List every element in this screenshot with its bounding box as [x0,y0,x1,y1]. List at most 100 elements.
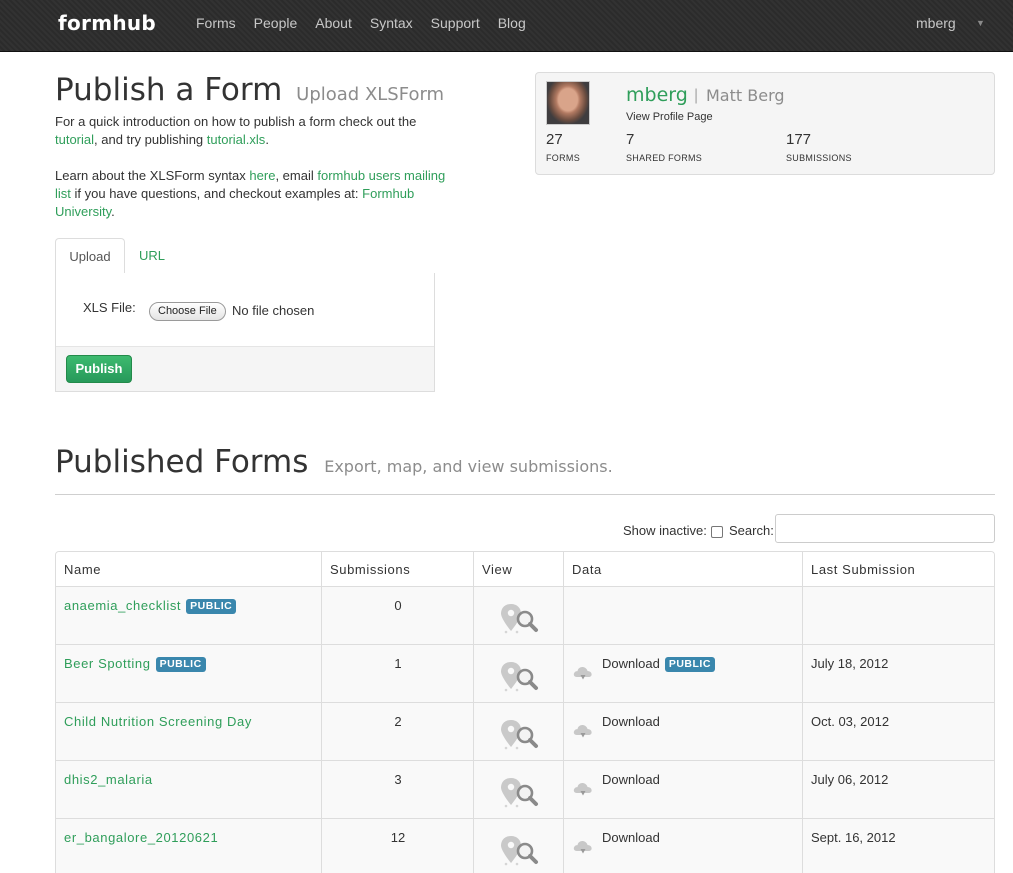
form-actions: Publish [56,346,434,391]
forms-table: Name Submissions View Data Last Submissi… [55,551,995,873]
intro-text-part: For a quick introduction on how to publi… [55,114,417,129]
nav-about[interactable]: About [315,15,352,31]
cloud-download-icon[interactable] [572,661,594,683]
download-link[interactable]: Download [602,830,660,845]
public-badge: PUBLIC [186,599,237,614]
cloud-download-icon[interactable] [572,777,594,799]
download-link[interactable]: Download [602,772,660,787]
col-last-submission[interactable]: Last Submission [811,562,915,577]
top-navbar: formhub Forms People About Syntax Suppor… [0,0,1013,52]
form-name-link[interactable]: er_bangalore_20120621 [64,830,218,845]
publish-subtitle: Upload XLSForm [296,84,445,105]
submission-count: 3 [394,772,402,787]
submission-count: 12 [390,830,406,845]
profile-username[interactable]: mberg [626,84,688,106]
view-profile-link[interactable]: View Profile Page [626,111,713,123]
cloud-download-icon[interactable] [572,835,594,857]
column-divider [563,552,564,873]
xls-file-label: XLS File: [83,300,136,315]
table-row: Child Nutrition Screening Day 2 Download… [56,703,994,761]
column-divider [473,552,474,873]
table-row: er_bangalore_20120621 12 Download Sept. … [56,819,994,873]
publish-button[interactable]: Publish [66,355,132,383]
nav-syntax[interactable]: Syntax [370,15,413,31]
form-name: er_bangalore_20120621 [64,830,218,845]
col-submissions[interactable]: Submissions [330,562,410,577]
tab-upload[interactable]: Upload [55,238,125,274]
download-cell: Download [602,772,660,787]
form-name-link[interactable]: Beer Spotting [64,656,151,671]
caret-down-icon[interactable]: ▼ [976,18,985,28]
form-name-link[interactable]: Child Nutrition Screening Day [64,714,252,729]
avatar[interactable] [546,81,590,125]
intro-text-part: , and try publishing [94,132,204,147]
download-cell: Download PUBLIC [602,656,715,672]
download-link[interactable]: Download [602,714,660,729]
download-link[interactable]: Download [602,656,660,671]
cloud-download-icon[interactable] [572,719,594,741]
published-subtitle: Export, map, and view submissions. [324,457,613,476]
show-inactive-label: Show inactive: [623,523,707,538]
stat-forms-value: 27 [546,131,563,148]
upload-panel: XLS File: Choose File No file chosen Pub… [55,273,435,392]
last-submission-date: Sept. 16, 2012 [811,830,896,845]
section-divider [55,494,995,495]
form-name-link[interactable]: anaemia_checklist [64,598,181,613]
published-forms-title: Published Forms Export, map, and view su… [55,444,613,480]
submission-count: 2 [394,714,402,729]
stat-forms-label: FORMS [546,153,580,163]
submission-count: 0 [394,598,402,613]
stat-shared-value: 7 [626,131,635,148]
download-cell: Download [602,714,660,729]
map-search-icon[interactable] [498,833,542,867]
stat-submissions-value: 177 [786,131,812,148]
profile-card: mberg | Matt Berg View Profile Page 27 F… [535,72,995,175]
form-name: anaemia_checklist PUBLIC [64,598,237,614]
publish-heading: Publish a Form [55,72,283,108]
table-row: Beer Spotting PUBLIC 1 Download PUBLIC Jul… [56,645,994,703]
map-search-icon[interactable] [498,659,542,693]
col-name[interactable]: Name [64,562,101,577]
tutorial-xls-link[interactable]: tutorial.xls [207,132,266,147]
nav-links: Forms People About Syntax Support Blog [196,15,544,31]
col-view[interactable]: View [482,562,512,577]
map-search-icon[interactable] [498,717,542,751]
profile-separator: | [694,87,699,104]
map-search-icon[interactable] [498,601,542,635]
form-name: dhis2_malaria [64,772,153,787]
form-name-link[interactable]: dhis2_malaria [64,772,153,787]
download-cell: Download [602,830,660,845]
learn-text-part: if you have questions, and checkout exam… [74,186,359,201]
intro-text: For a quick introduction on how to publi… [55,113,455,149]
published-heading: Published Forms [55,444,309,480]
search-input[interactable] [775,514,995,543]
form-name: Child Nutrition Screening Day [64,714,252,729]
user-menu[interactable]: mberg [916,15,956,31]
form-name: Beer Spotting PUBLIC [64,656,206,672]
syntax-here-link[interactable]: here [249,168,275,183]
choose-file-button[interactable]: Choose File [149,302,226,321]
tab-url[interactable]: URL [139,248,165,263]
nav-blog[interactable]: Blog [498,15,526,31]
nav-people[interactable]: People [254,15,298,31]
table-row: anaemia_checklist PUBLIC 0 [56,587,994,645]
column-divider [802,552,803,873]
stat-shared-label: SHARED FORMS [626,153,703,163]
map-search-icon[interactable] [498,775,542,809]
stat-submissions-label: SUBMISSIONS [786,153,852,163]
checkbox-icon[interactable] [711,526,723,538]
tutorial-link[interactable]: tutorial [55,132,94,147]
no-file-text: No file chosen [232,303,315,318]
upload-tabs: Upload URL [55,238,435,274]
nav-support[interactable]: Support [431,15,480,31]
learn-text-part: Learn about the XLSForm syntax [55,168,246,183]
intro-text-part: . [265,132,269,147]
table-header: Name Submissions View Data Last Submissi… [56,552,994,587]
col-data[interactable]: Data [572,562,602,577]
search-label: Search: [729,523,774,538]
public-badge: PUBLIC [155,657,206,672]
profile-full-name: Matt Berg [706,86,785,105]
publish-title: Publish a Form Upload XLSForm [55,72,444,108]
brand-logo[interactable]: formhub [58,11,156,35]
nav-forms[interactable]: Forms [196,15,236,31]
